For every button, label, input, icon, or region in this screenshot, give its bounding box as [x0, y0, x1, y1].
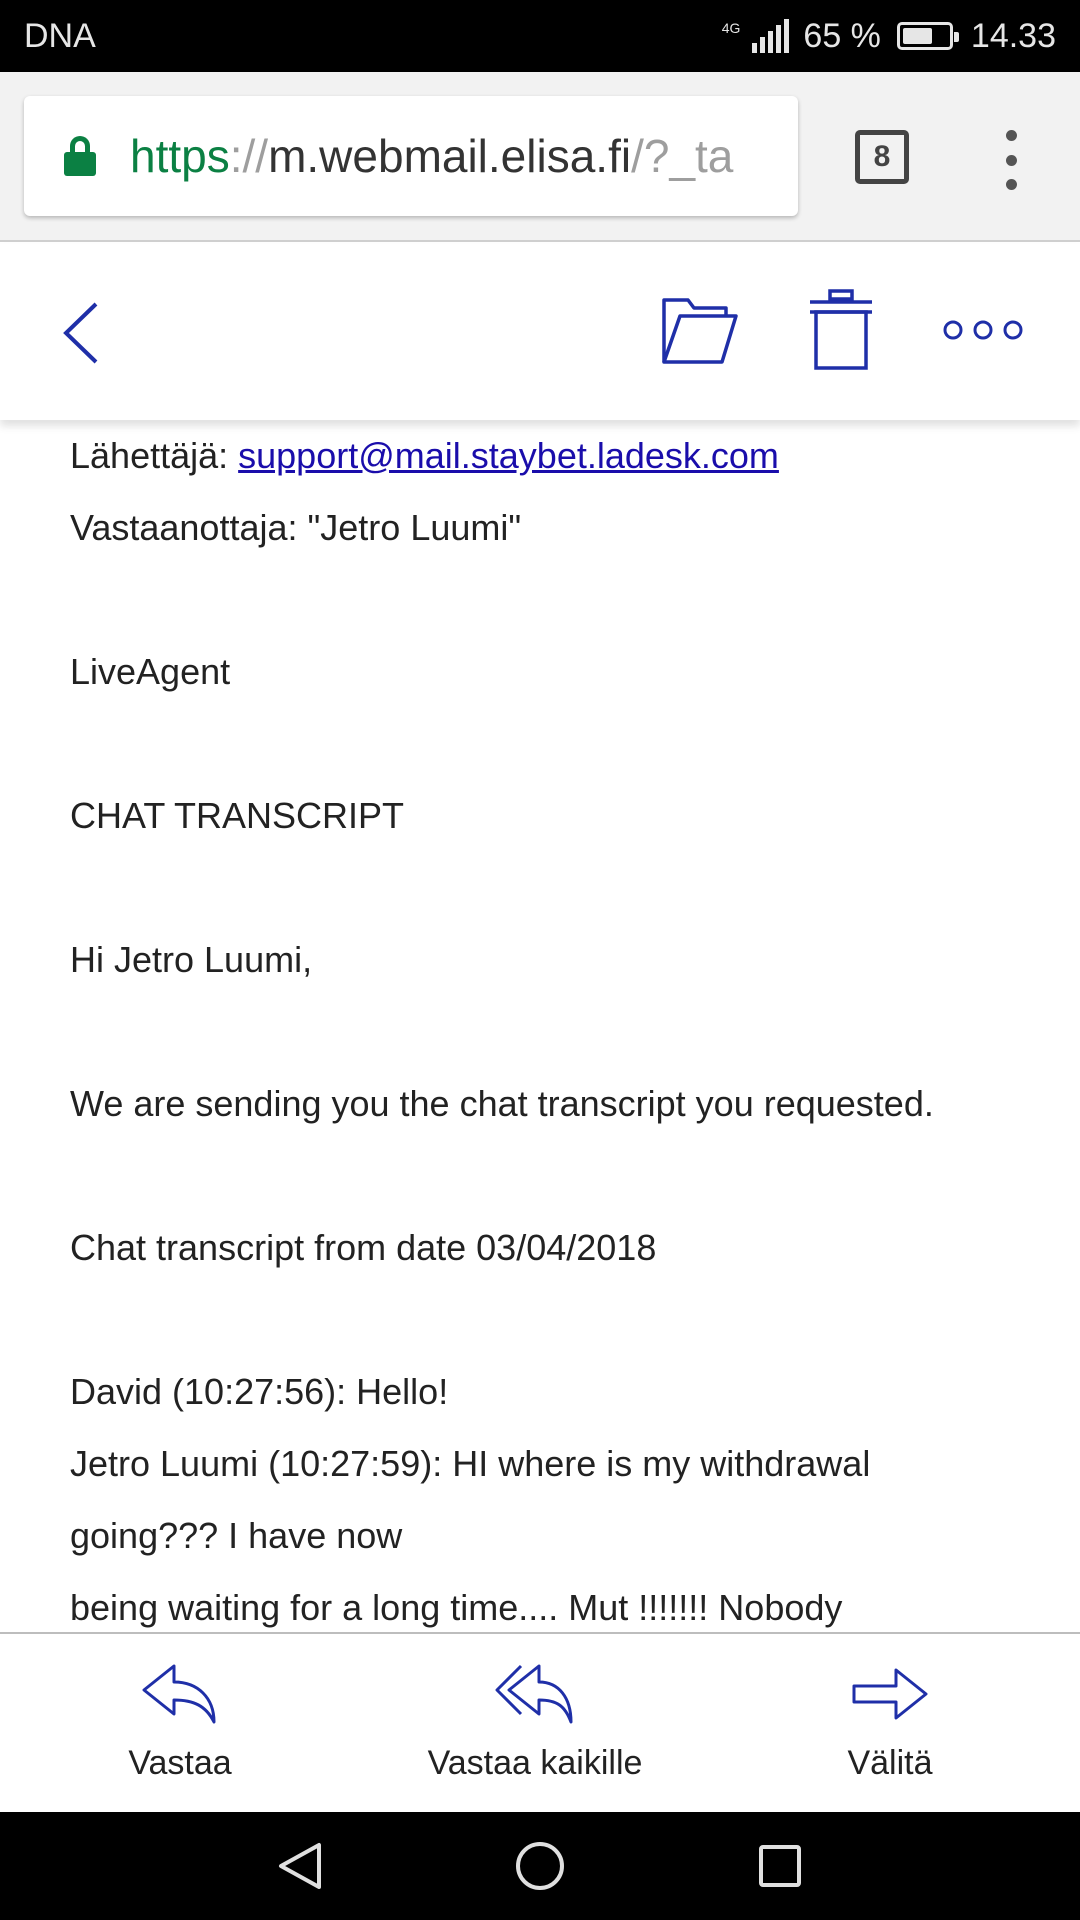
recipient-line: Vastaanottaja: "Jetro Luumi" — [70, 507, 522, 548]
clock: 14.33 — [970, 16, 1056, 55]
address-bar[interactable]: https://m.webmail.elisa.fi/?_ta — [24, 96, 798, 216]
signal-icon — [752, 19, 790, 53]
date-line: Chat transcript from date 03/04/2018 — [70, 1227, 657, 1268]
network-type: 4G — [721, 19, 741, 36]
forward-arrow-icon — [852, 1668, 928, 1720]
tab-switcher-button[interactable]: 8 — [855, 130, 909, 184]
reply-all-label: Vastaa kaikille — [427, 1744, 643, 1782]
url-separator: :// — [229, 130, 269, 182]
nav-home-button[interactable] — [480, 1812, 600, 1920]
email-body: Lähettäjä: support@mail.staybet.ladesk.c… — [0, 420, 1080, 1632]
sender-label: Lähettäjä: — [70, 435, 239, 476]
status-bar: DNA 4G 65 % 14.33 — [0, 0, 1080, 72]
url-path: /?_ta — [631, 130, 734, 182]
nav-back-button[interactable] — [240, 1812, 360, 1920]
system-nav-bar — [0, 1812, 1080, 1920]
nav-home-icon — [516, 1842, 564, 1890]
transcript-heading: CHAT TRANSCRIPT — [70, 795, 405, 836]
nav-recents-button[interactable] — [720, 1812, 840, 1920]
more-horiz-icon[interactable] — [942, 318, 1024, 342]
reply-button[interactable]: Vastaa — [110, 1634, 250, 1814]
transcript-line: Jetro Luumi (10:27:59): HI where is my w… — [70, 1443, 871, 1484]
mail-toolbar — [0, 244, 1080, 420]
more-vert-icon[interactable] — [1000, 130, 1022, 190]
battery-level — [902, 28, 932, 44]
sender-email-link[interactable]: support@mail.staybet.ladesk.com — [238, 435, 779, 476]
transcript-line: being waiting for a long time.... Mut !!… — [70, 1587, 843, 1628]
transcript-line: David (10:27:56): Hello! — [70, 1371, 449, 1412]
carrier-name: DNA — [24, 16, 96, 55]
reply-label: Vastaa — [128, 1744, 232, 1782]
greeting-line: Hi Jetro Luumi, — [70, 939, 313, 980]
transcript-line: going??? I have now — [70, 1515, 403, 1556]
battery-icon — [896, 22, 959, 50]
reply-all-icon — [495, 1664, 573, 1724]
forward-button[interactable]: Välitä — [830, 1634, 950, 1814]
message-actions: Vastaa Vastaa kaikille Välitä — [0, 1632, 1080, 1812]
reply-icon — [142, 1664, 216, 1724]
nav-recents-icon — [759, 1845, 801, 1887]
trash-icon[interactable] — [806, 288, 876, 372]
url-host: m.webmail.elisa.fi — [268, 130, 632, 182]
chevron-left-icon[interactable] — [56, 300, 106, 366]
reply-all-button[interactable]: Vastaa kaikille — [410, 1634, 660, 1814]
lock-icon[interactable] — [64, 136, 96, 176]
brand-line: LiveAgent — [70, 651, 231, 692]
url-scheme: https — [130, 130, 230, 182]
forward-label: Välitä — [847, 1744, 933, 1782]
folder-icon[interactable] — [660, 294, 740, 366]
nav-back-icon — [279, 1843, 321, 1889]
status-indicators: 4G 65 % 14.33 — [722, 17, 1056, 56]
browser-bar: https://m.webmail.elisa.fi/?_ta 8 — [0, 72, 1080, 242]
sender-line: Lähettäjä: support@mail.staybet.ladesk.c… — [70, 420, 1080, 492]
battery-percent: 65 % — [803, 16, 881, 55]
intro-line: We are sending you the chat transcript y… — [70, 1083, 934, 1124]
